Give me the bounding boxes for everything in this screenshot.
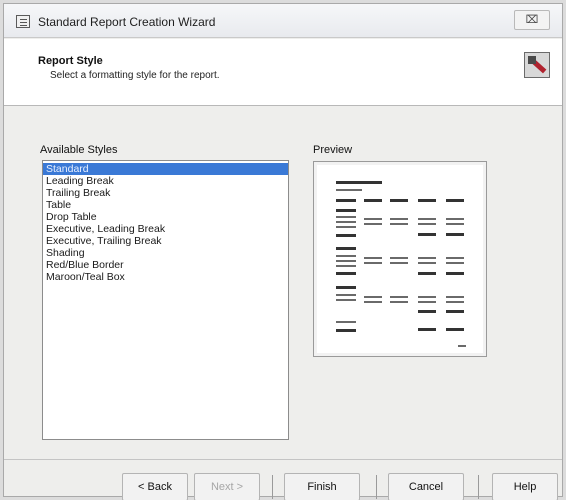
wizard-header: Report Style Select a formatting style f… — [4, 39, 562, 106]
report-style-wand-icon — [524, 52, 550, 78]
preview-header-line — [446, 199, 464, 202]
style-item-drop-table[interactable]: Drop Table — [43, 211, 288, 223]
preview-row-line — [336, 260, 356, 262]
finish-button[interactable]: Finish — [284, 473, 360, 500]
button-divider — [478, 475, 479, 499]
preview-header-line — [336, 199, 356, 202]
preview-row-line — [336, 265, 356, 267]
style-preview — [313, 161, 487, 357]
back-button[interactable]: < Back — [122, 473, 188, 500]
preview-header-line — [364, 199, 382, 202]
preview-row-line — [390, 296, 408, 298]
step-title: Report Style — [38, 55, 103, 67]
style-item-standard[interactable]: Standard — [43, 163, 288, 175]
preview-row-line — [390, 257, 408, 259]
preview-row-line — [336, 321, 356, 323]
style-item-shading[interactable]: Shading — [43, 247, 288, 259]
wizard-window-icon — [16, 15, 30, 28]
preview-label: Preview — [313, 144, 353, 156]
wizard-window: Standard Report Creation Wizard ⌧ Report… — [3, 3, 563, 500]
cancel-button[interactable]: Cancel — [388, 473, 464, 500]
preview-subtotal-line — [336, 234, 356, 237]
available-styles-list[interactable]: Standard Leading Break Trailing Break Ta… — [42, 160, 289, 440]
available-styles-label: Available Styles — [40, 144, 118, 156]
title-bar: Standard Report Creation Wizard ⌧ — [4, 4, 562, 38]
button-divider — [272, 475, 273, 499]
preview-row-line — [418, 301, 436, 303]
next-button[interactable]: Next > — [194, 473, 260, 500]
style-item-leading-break[interactable]: Leading Break — [43, 175, 288, 187]
help-button[interactable]: Help — [492, 473, 558, 500]
preview-row-line — [446, 262, 464, 264]
preview-subtotal-line — [418, 272, 436, 275]
preview-row-line — [364, 296, 382, 298]
preview-row-line — [364, 218, 382, 220]
preview-group-line — [336, 286, 356, 289]
preview-total-line — [418, 328, 436, 331]
preview-total-line — [336, 329, 356, 332]
preview-row-line — [364, 257, 382, 259]
preview-row-line — [418, 262, 436, 264]
preview-row-line — [364, 262, 382, 264]
preview-group-line — [336, 247, 356, 250]
preview-row-line — [390, 262, 408, 264]
button-divider — [376, 475, 377, 499]
step-subtitle: Select a formatting style for the report… — [50, 70, 220, 81]
preview-subtotal-line — [418, 233, 436, 236]
style-item-red-blue-border[interactable]: Red/Blue Border — [43, 259, 288, 271]
preview-total-line — [446, 328, 464, 331]
style-item-maroon-teal-box[interactable]: Maroon/Teal Box — [43, 271, 288, 283]
preview-row-line — [418, 296, 436, 298]
preview-row-line — [446, 218, 464, 220]
preview-row-line — [390, 223, 408, 225]
preview-header-line — [418, 199, 436, 202]
preview-subtotal-line — [446, 233, 464, 236]
preview-title-line — [336, 181, 382, 184]
preview-row-line — [446, 301, 464, 303]
preview-row-line — [336, 299, 356, 301]
preview-row-line — [364, 301, 382, 303]
button-bar-separator — [4, 459, 562, 460]
preview-row-line — [336, 255, 356, 257]
preview-row-line — [336, 221, 356, 223]
preview-row-line — [336, 226, 356, 228]
preview-row-line — [390, 218, 408, 220]
preview-row-line — [364, 223, 382, 225]
close-button[interactable]: ⌧ — [514, 10, 550, 30]
preview-group-line — [336, 209, 356, 212]
style-item-executive-trailing-break[interactable]: Executive, Trailing Break — [43, 235, 288, 247]
preview-row-line — [446, 296, 464, 298]
style-item-trailing-break[interactable]: Trailing Break — [43, 187, 288, 199]
preview-row-line — [336, 216, 356, 218]
preview-row-line — [446, 223, 464, 225]
style-item-executive-leading-break[interactable]: Executive, Leading Break — [43, 223, 288, 235]
preview-subtotal-line — [446, 272, 464, 275]
preview-subtotal-line — [418, 310, 436, 313]
preview-subtotal-line — [336, 272, 356, 275]
window-title: Standard Report Creation Wizard — [38, 15, 216, 29]
preview-row-line — [336, 294, 356, 296]
preview-subtitle-line — [336, 189, 362, 191]
preview-subtotal-line — [446, 310, 464, 313]
preview-row-line — [418, 223, 436, 225]
preview-row-line — [418, 218, 436, 220]
preview-row-line — [446, 257, 464, 259]
preview-row-line — [418, 257, 436, 259]
preview-row-line — [390, 301, 408, 303]
preview-page-number — [458, 345, 466, 347]
preview-header-line — [390, 199, 408, 202]
style-item-table[interactable]: Table — [43, 199, 288, 211]
